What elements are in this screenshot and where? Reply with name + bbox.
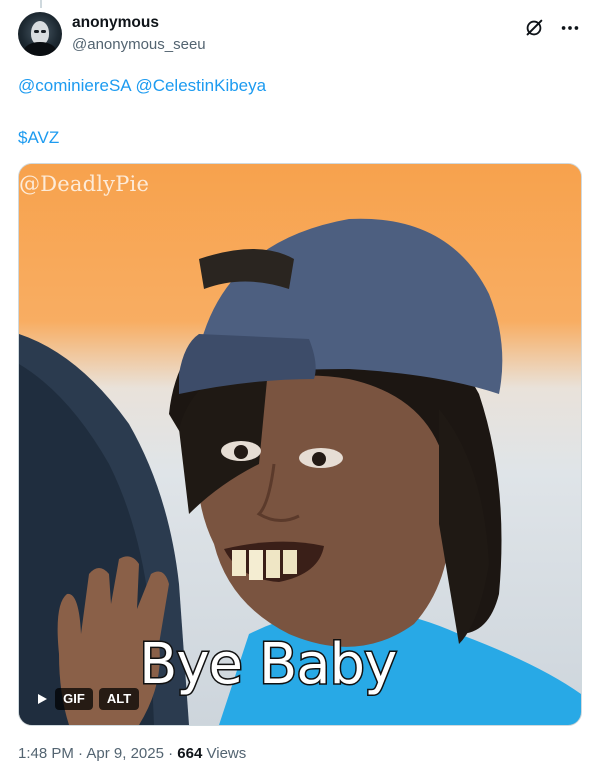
thread-connector-line [40, 0, 42, 8]
gif-watermark: @DeadlyPie [19, 172, 150, 196]
more-icon[interactable] [559, 17, 581, 39]
avatar[interactable] [18, 12, 62, 56]
tweet-time[interactable]: 1:48 PM [18, 745, 74, 762]
meta-separator: · [78, 745, 84, 762]
gif-caption: Bye Baby [137, 631, 398, 699]
mention-link[interactable]: @cominiereSA [18, 76, 131, 95]
author-display-name[interactable]: anonymous [72, 14, 159, 32]
play-icon[interactable] [31, 688, 53, 710]
gif-media[interactable]: @DeadlyPie Bye Baby GIF ALT [18, 163, 582, 726]
author-handle[interactable]: @anonymous_seeu [72, 36, 206, 53]
tweet-metadata: 1:48 PM · Apr 9, 2025 · 664 Views [18, 745, 246, 762]
tweet-header: anonymous @anonymous_seeu [18, 12, 584, 60]
mention-link[interactable]: @CelestinKibeya [135, 76, 266, 95]
tweet-mentions: @cominiereSA @CelestinKibeya [18, 76, 266, 96]
meta-separator: · [168, 745, 174, 762]
tweet-date[interactable]: Apr 9, 2025 [86, 745, 164, 762]
views-label: Views [206, 745, 247, 762]
cashtag-link[interactable]: $AVZ [18, 128, 59, 148]
views-count: 664 [177, 745, 203, 762]
grok-icon[interactable] [523, 17, 545, 39]
alt-text-button[interactable]: ALT [99, 688, 139, 710]
gif-badge: GIF [55, 688, 93, 710]
